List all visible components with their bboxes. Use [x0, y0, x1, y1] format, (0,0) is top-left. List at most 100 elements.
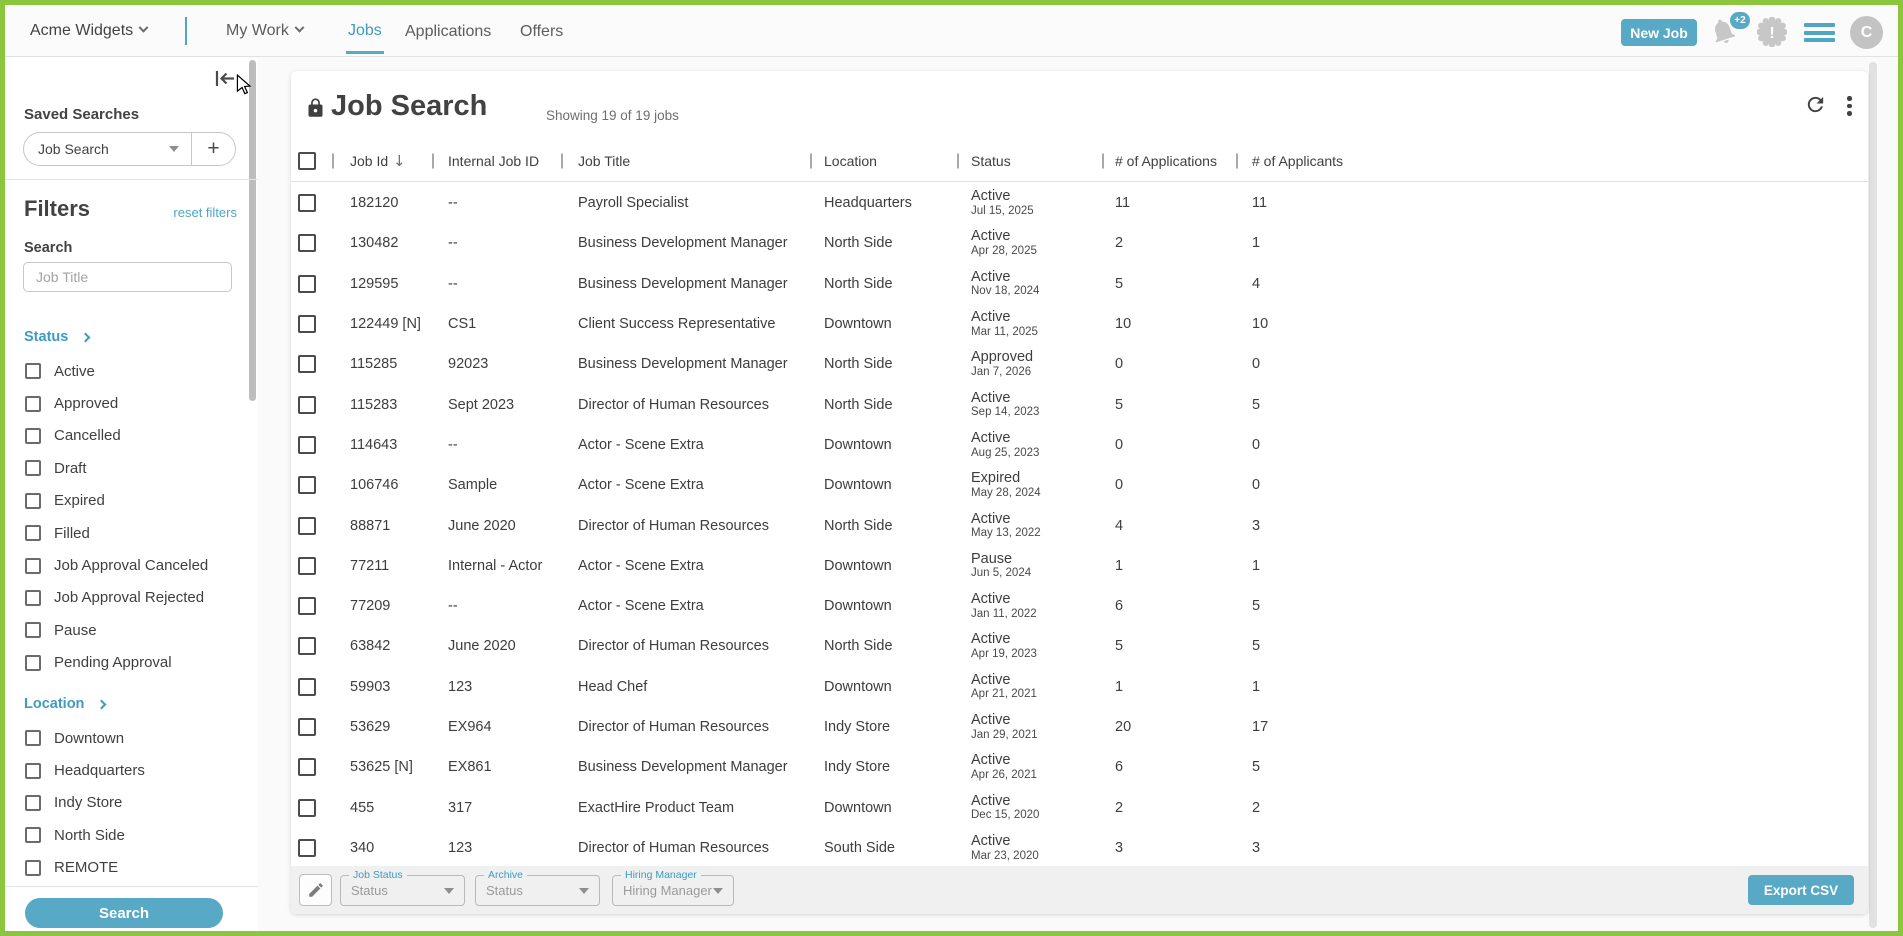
table-row[interactable]: 115283 Sept 2023 Director of Human Resou…	[291, 384, 1868, 424]
tab-applications[interactable]: Applications	[405, 5, 491, 56]
user-avatar[interactable]: C	[1850, 16, 1883, 49]
saved-search-select[interactable]: Job Search	[24, 133, 192, 165]
checkbox[interactable]	[25, 730, 41, 746]
status-section-toggle[interactable]: Status	[24, 329, 89, 345]
status-filter-option[interactable]: Pause	[5, 614, 258, 646]
table-row[interactable]: 53625 [N] EX861 Business Development Man…	[291, 747, 1868, 787]
row-checkbox[interactable]	[298, 799, 316, 817]
table-row[interactable]: 63842 June 2020 Director of Human Resour…	[291, 626, 1868, 666]
status-filter-option[interactable]: Job Approval Canceled	[5, 549, 258, 581]
checkbox[interactable]	[25, 860, 41, 876]
table-row[interactable]: 455 317 ExactHire Product Team Downtown …	[291, 787, 1868, 827]
location-filter-option[interactable]: Headquarters	[5, 754, 258, 786]
sidebar-scrollbar[interactable]	[249, 60, 256, 401]
notifications-button[interactable]: +2	[1708, 16, 1742, 50]
more-options-button[interactable]	[1847, 96, 1852, 116]
tab-jobs[interactable]: Jobs	[346, 5, 384, 56]
status-filter-option[interactable]: Approved	[5, 387, 258, 419]
checkbox[interactable]	[25, 525, 41, 541]
row-checkbox[interactable]	[298, 637, 316, 655]
table-row[interactable]: 115285 92023 Business Development Manage…	[291, 344, 1868, 384]
checkbox[interactable]	[25, 655, 41, 671]
checkbox[interactable]	[25, 622, 41, 638]
row-checkbox[interactable]	[298, 436, 316, 454]
select-all-checkbox[interactable]	[298, 152, 316, 170]
checkbox[interactable]	[25, 590, 41, 606]
column-header-applications[interactable]: # of Applications	[1115, 153, 1217, 169]
checkbox[interactable]	[25, 493, 41, 509]
archive-dropdown[interactable]: Archive Status	[475, 875, 600, 906]
job-status-dropdown[interactable]: Job Status Status	[340, 875, 465, 906]
row-checkbox[interactable]	[298, 396, 316, 414]
checkbox[interactable]	[25, 428, 41, 444]
location-filter-option[interactable]: North Side	[5, 819, 258, 851]
checkbox[interactable]	[25, 763, 41, 779]
table-row[interactable]: 129595 -- Business Development Manager N…	[291, 264, 1868, 304]
row-checkbox[interactable]	[298, 597, 316, 615]
location-filter-option[interactable]: Indy Store	[5, 787, 258, 819]
status-filter-option[interactable]: Filled	[5, 517, 258, 549]
checkbox[interactable]	[25, 827, 41, 843]
column-header-job-id[interactable]: Job Id	[350, 153, 388, 169]
row-checkbox[interactable]	[298, 194, 316, 212]
column-header-applicants[interactable]: # of Applicants	[1252, 153, 1343, 169]
status-filter-option[interactable]: Cancelled	[5, 420, 258, 452]
column-header-internal-job-id[interactable]: Internal Job ID	[448, 153, 539, 169]
row-checkbox[interactable]	[298, 275, 316, 293]
main-scrollbar[interactable]	[1869, 62, 1877, 928]
table-row[interactable]: 182120 -- Payroll Specialist Headquarter…	[291, 183, 1868, 223]
table-row[interactable]: 88871 June 2020 Director of Human Resour…	[291, 505, 1868, 545]
status-filter-option[interactable]: Draft	[5, 452, 258, 484]
tab-offers[interactable]: Offers	[520, 5, 563, 56]
row-checkbox[interactable]	[298, 718, 316, 736]
row-checkbox[interactable]	[298, 476, 316, 494]
location-filter-option[interactable]: REMOTE	[5, 852, 258, 884]
org-switcher[interactable]: Acme Widgets	[30, 5, 147, 56]
alerts-button[interactable]: !	[1757, 17, 1787, 47]
export-csv-button[interactable]: Export CSV	[1748, 875, 1854, 905]
table-row[interactable]: 122449 [N] CS1 Client Success Representa…	[291, 304, 1868, 344]
my-work-menu[interactable]: My Work	[226, 5, 303, 56]
table-row[interactable]: 106746 Sample Actor - Scene Extra Downto…	[291, 465, 1868, 505]
table-row[interactable]: 59903 123 Head Chef Downtown ActiveApr 2…	[291, 667, 1868, 707]
job-title-search-input[interactable]	[23, 262, 232, 292]
table-row[interactable]: 77211 Internal - Actor Actor - Scene Ext…	[291, 546, 1868, 586]
table-row[interactable]: 114643 -- Actor - Scene Extra Downtown A…	[291, 425, 1868, 465]
apply-search-button[interactable]: Search	[25, 898, 223, 928]
checkbox[interactable]	[25, 396, 41, 412]
add-saved-search-button[interactable]: +	[192, 133, 235, 165]
bulk-edit-button[interactable]	[299, 874, 332, 906]
new-job-button[interactable]: New Job	[1621, 19, 1697, 46]
status-filter-option[interactable]: Active	[5, 355, 258, 387]
row-checkbox[interactable]	[298, 517, 316, 535]
location-section-toggle[interactable]: Location	[24, 696, 105, 712]
status-filter-option[interactable]: Expired	[5, 485, 258, 517]
status-filter-option[interactable]: Job Approval Rejected	[5, 582, 258, 614]
row-checkbox[interactable]	[298, 678, 316, 696]
checkbox[interactable]	[25, 795, 41, 811]
sort-descending-icon[interactable]: ↓	[393, 152, 406, 170]
table-row[interactable]: 77209 -- Actor - Scene Extra Downtown Ac…	[291, 586, 1868, 626]
reset-filters-link[interactable]: reset filters	[173, 205, 237, 220]
row-checkbox[interactable]	[298, 234, 316, 252]
row-checkbox[interactable]	[298, 839, 316, 857]
table-row[interactable]: 130482 -- Business Development Manager N…	[291, 223, 1868, 263]
hamburger-menu-button[interactable]	[1804, 23, 1835, 42]
checkbox[interactable]	[25, 460, 41, 476]
column-header-location[interactable]: Location	[824, 153, 877, 169]
row-checkbox[interactable]	[298, 557, 316, 575]
column-header-status[interactable]: Status	[971, 153, 1011, 169]
refresh-button[interactable]	[1804, 93, 1827, 121]
row-checkbox[interactable]	[298, 758, 316, 776]
hiring-manager-dropdown[interactable]: Hiring Manager Hiring Manager	[612, 875, 734, 906]
checkbox[interactable]	[25, 558, 41, 574]
table-row[interactable]: 53629 EX964 Director of Human Resources …	[291, 707, 1868, 747]
checkbox[interactable]	[25, 363, 41, 379]
column-header-job-title[interactable]: Job Title	[578, 153, 630, 169]
location-filter-option[interactable]: Downtown	[5, 722, 258, 754]
table-row[interactable]: 340 123 Director of Human Resources Sout…	[291, 828, 1868, 866]
status-filter-option[interactable]: Pending Approval	[5, 647, 258, 679]
row-checkbox[interactable]	[298, 355, 316, 373]
row-checkbox[interactable]	[298, 315, 316, 333]
collapse-sidebar-button[interactable]	[214, 70, 236, 92]
